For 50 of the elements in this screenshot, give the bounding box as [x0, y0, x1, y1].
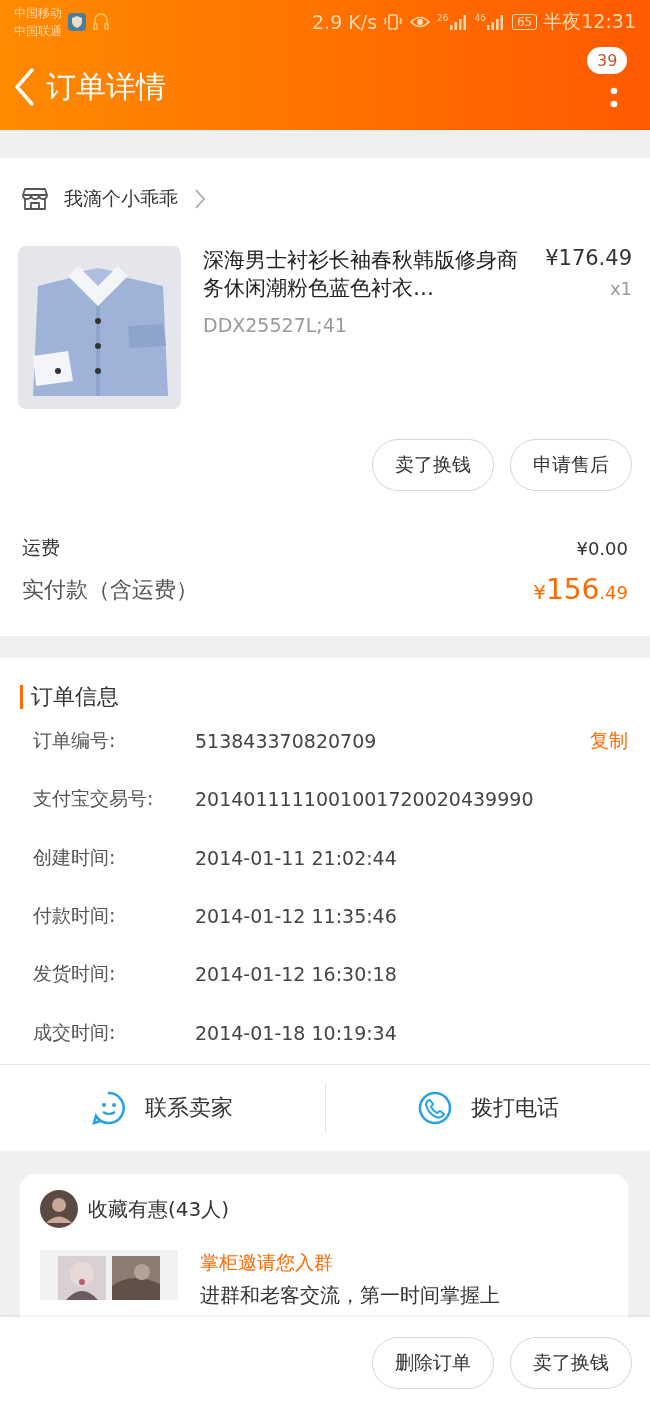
info-label: 创建时间:: [33, 844, 117, 870]
shipping-label: 运费: [22, 535, 60, 560]
info-value: 2014011111001001720020439990: [195, 788, 535, 811]
action-button[interactable]: 卖了换钱: [372, 439, 494, 491]
product-price: ¥176.49: [545, 246, 632, 270]
shield-icon: [68, 13, 86, 31]
vibrate-icon: [383, 12, 404, 32]
battery-level: 65: [511, 14, 538, 30]
shipping-fee: ¥0.00: [576, 537, 628, 559]
product-sku: DDX25527L;41: [203, 314, 348, 336]
network-speed: 2.9 K/s: [312, 11, 378, 33]
carrier-name: 中国联通: [14, 23, 62, 40]
info-label: 成交时间:: [33, 1019, 117, 1045]
info-value: 2014-01-12 16:30:18: [195, 963, 398, 986]
store-name[interactable]: 我滴个小乖乖: [64, 186, 178, 212]
store-icon: [22, 187, 48, 211]
total-paid-amount: ¥156.49: [533, 573, 628, 606]
product-title[interactable]: 深海男士衬衫长袖春秋韩版修身商务休闲潮粉色蓝色衬衣…: [203, 246, 524, 302]
carrier-name: 中国移动: [14, 5, 62, 22]
info-label: 订单编号:: [33, 728, 117, 754]
phone-icon: [416, 1090, 453, 1126]
network-type-label: 26: [437, 13, 449, 23]
section-title: 订单信息: [31, 683, 119, 711]
clock: 半夜12:31: [543, 9, 636, 34]
action-button[interactable]: 删除订单: [372, 1337, 494, 1389]
info-value: 2014-01-18 10:19:34: [195, 1021, 398, 1044]
total-paid-label: 实付款（含运费）: [22, 575, 198, 604]
more-icon[interactable]: [610, 85, 618, 109]
info-label: 发货时间:: [33, 961, 117, 987]
headset-icon: [92, 12, 110, 32]
notification-badge: 39: [587, 47, 628, 74]
avatar-icon: [40, 1190, 78, 1228]
signal-icon: [448, 13, 469, 31]
info-label: 支付宝交易号:: [33, 786, 155, 812]
info-value: 513843370820709: [195, 730, 378, 753]
page-title: 订单详情: [46, 67, 166, 106]
group-invite-text: 进群和老客交流，第一时间掌握上: [200, 1282, 500, 1309]
info-label: 付款时间:: [33, 903, 117, 929]
contact-button[interactable]: 拨打电话: [325, 1065, 650, 1151]
action-button[interactable]: 申请售后: [510, 439, 632, 491]
product-quantity: x1: [609, 278, 632, 299]
contact-button[interactable]: 联系卖家: [0, 1065, 325, 1151]
chat-icon: [91, 1090, 128, 1126]
network-type-label: 46: [474, 13, 486, 23]
chevron-right-icon: [194, 188, 206, 210]
info-value: 2014-01-11 21:02:44: [195, 846, 398, 869]
signal-icon: [485, 13, 506, 31]
info-value: 2014-01-12 11:35:46: [195, 905, 398, 928]
promo-title: 收藏有惠(43人): [88, 1195, 230, 1223]
action-button[interactable]: 卖了换钱: [510, 1337, 632, 1389]
